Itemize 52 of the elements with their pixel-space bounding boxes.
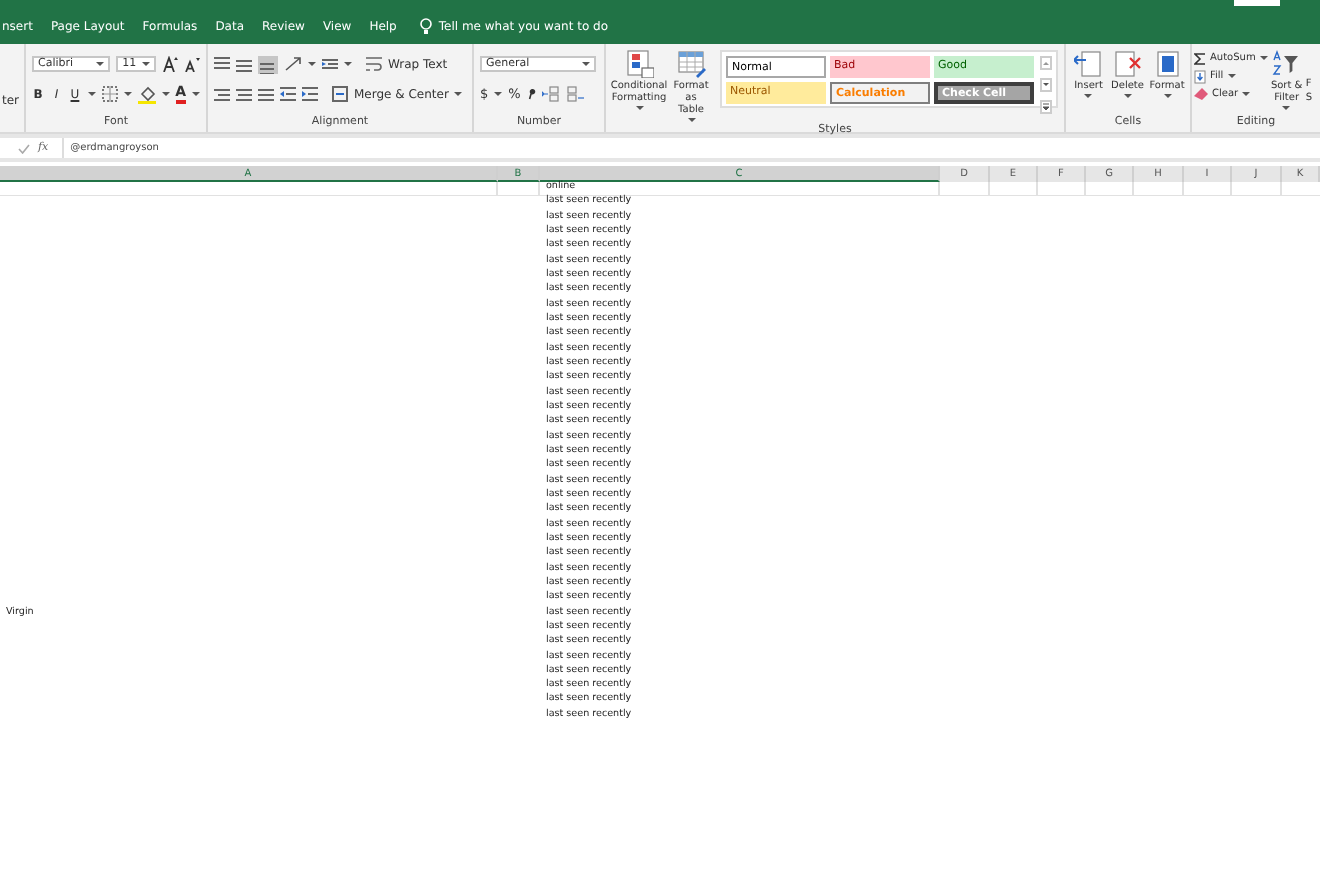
table-highlight-icon: [625, 50, 653, 78]
merge-cells-icon: [332, 86, 348, 102]
caret-icon[interactable]: [1259, 56, 1268, 60]
scroll-up-icon[interactable]: [1040, 56, 1052, 70]
caret-icon[interactable]: [308, 62, 316, 66]
sigma-icon: [1194, 51, 1206, 65]
fill-color-icon[interactable]: [137, 85, 156, 103]
caret-icon[interactable]: [142, 62, 150, 66]
align-center-icon[interactable]: [236, 86, 252, 102]
caret-icon[interactable]: [1282, 106, 1291, 110]
caret-icon[interactable]: [1084, 94, 1093, 98]
caret-icon[interactable]: [123, 92, 132, 96]
caret-icon[interactable]: [1227, 74, 1236, 78]
indent-icon[interactable]: [322, 56, 338, 72]
caret-icon[interactable]: [161, 92, 170, 96]
align-bottom-icon[interactable]: [258, 55, 278, 73]
format-cells-icon: [1153, 50, 1181, 78]
table-format-icon: [677, 50, 705, 78]
orientation-icon[interactable]: [284, 56, 302, 72]
decrease-decimal-icon[interactable]: [566, 86, 585, 102]
caret-icon[interactable]: [1123, 94, 1132, 98]
scroll-down-icon[interactable]: [1040, 78, 1052, 92]
shrink-font-icon[interactable]: [184, 56, 200, 72]
caret-icon[interactable]: [494, 92, 503, 96]
comma-style-icon[interactable]: [526, 86, 537, 102]
caret-icon[interactable]: [454, 92, 463, 96]
caret-icon[interactable]: [344, 62, 352, 66]
down-arrow-icon: [1194, 69, 1206, 83]
align-right-icon[interactable]: [258, 86, 274, 102]
align-middle-icon[interactable]: [236, 56, 252, 72]
delete-cells-icon: [1113, 50, 1142, 78]
sort-filter-icon: [1272, 50, 1301, 78]
align-left-icon[interactable]: [214, 86, 230, 102]
caret-icon[interactable]: [687, 118, 695, 122]
caret-icon[interactable]: [635, 106, 643, 110]
align-top-icon[interactable]: [214, 56, 230, 72]
more-styles-icon[interactable]: [1040, 100, 1052, 114]
grow-font-icon[interactable]: [162, 56, 178, 72]
eraser-icon: [1194, 88, 1208, 100]
insert-cells-icon: [1074, 50, 1103, 78]
lightbulb-icon: [420, 18, 433, 34]
decrease-indent-icon[interactable]: [280, 86, 296, 102]
check-icon[interactable]: [18, 143, 30, 153]
caret-icon[interactable]: [96, 62, 105, 66]
caret-icon[interactable]: [1163, 94, 1171, 98]
caret-icon[interactable]: [87, 92, 96, 96]
wrap-text-icon: [366, 56, 382, 72]
borders-icon[interactable]: [101, 86, 118, 102]
caret-icon[interactable]: [582, 62, 590, 66]
caret-icon[interactable]: [1242, 92, 1251, 96]
caret-icon[interactable]: [191, 92, 200, 96]
increase-indent-icon[interactable]: [302, 86, 318, 102]
